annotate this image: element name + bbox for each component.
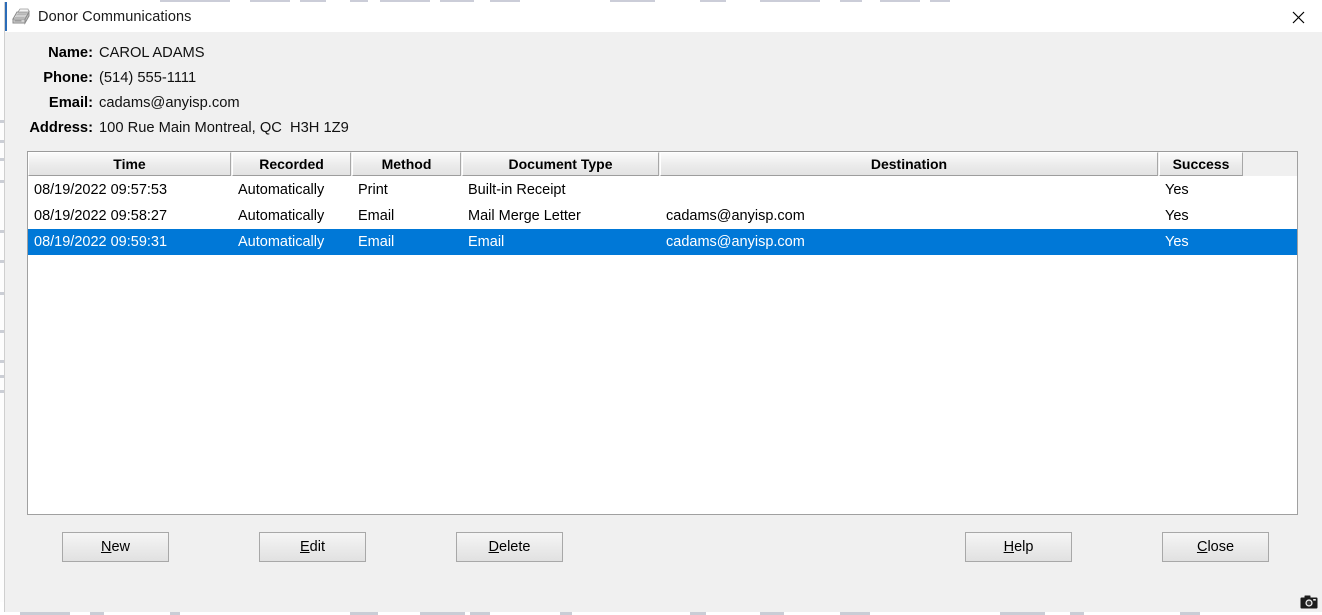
column-header-success[interactable]: Success [1159,152,1243,176]
list-header-row: TimeRecordedMethodDocument TypeDestinati… [28,152,1297,177]
table-row[interactable]: 08/19/2022 09:58:27AutomaticallyEmailMai… [28,203,1297,229]
delete-button[interactable]: Delete [456,532,563,562]
new-button[interactable]: New [62,532,169,562]
column-header-method[interactable]: Method [352,152,461,176]
cell-destination: cadams@anyisp.com [660,203,1159,229]
window-title: Donor Communications [38,9,192,25]
cell-destination: cadams@anyisp.com [660,229,1159,255]
close-button[interactable]: Close [1162,532,1269,562]
cell-recorded: Automatically [232,177,352,203]
name-label: Name: [5,45,93,61]
cell-time: 08/19/2022 09:57:53 [28,177,232,203]
column-header-recorded[interactable]: Recorded [232,152,351,176]
cell-document-type: Email [462,229,660,255]
donor-info-row-phone: Phone: (514) 555-1111 [5,65,1322,90]
camera-icon[interactable] [1300,594,1318,610]
column-header-destination[interactable]: Destination [660,152,1158,176]
email-label: Email: [5,95,93,111]
cell-method: Print [352,177,462,203]
donor-info-row-name: Name: CAROL ADAMS [5,40,1322,65]
donor-info-panel: Name: CAROL ADAMS Phone: (514) 555-1111 … [5,32,1322,140]
fax-machine-icon [11,8,31,26]
cell-time: 08/19/2022 09:59:31 [28,229,232,255]
column-header-document-type[interactable]: Document Type [462,152,659,176]
column-header-filler [1244,152,1296,176]
cell-time: 08/19/2022 09:58:27 [28,203,232,229]
cell-recorded: Automatically [232,229,352,255]
email-value: cadams@anyisp.com [93,95,240,111]
communications-list[interactable]: TimeRecordedMethodDocument TypeDestinati… [27,151,1298,515]
donor-info-row-email: Email: cadams@anyisp.com [5,90,1322,115]
title-accent-stripe [5,2,7,31]
title-bar: Donor Communications [5,2,1322,32]
address-label: Address: [5,120,93,136]
cell-recorded: Automatically [232,203,352,229]
dialog-button-bar: New Edit Delete Help Close [27,515,1298,612]
cell-success: Yes [1159,177,1244,203]
table-row[interactable]: 08/19/2022 09:57:53AutomaticallyPrintBui… [28,177,1297,203]
cell-document-type: Built-in Receipt [462,177,660,203]
table-row[interactable]: 08/19/2022 09:59:31AutomaticallyEmailEma… [28,229,1297,255]
cell-success: Yes [1159,229,1244,255]
list-body[interactable]: 08/19/2022 09:57:53AutomaticallyPrintBui… [28,177,1297,514]
close-icon [1292,11,1305,24]
close-window-button[interactable] [1275,2,1322,32]
phone-label: Phone: [5,70,93,86]
column-header-time[interactable]: Time [28,152,231,176]
cell-method: Email [352,229,462,255]
cell-destination [660,177,1159,203]
name-value: CAROL ADAMS [93,45,205,61]
donor-info-row-address: Address: 100 Rue Main Montreal, QC H3H 1… [5,115,1322,140]
donor-communications-dialog: Donor Communications Name: CAROL ADAMS P… [4,2,1322,612]
phone-value: (514) 555-1111 [93,70,196,86]
cell-method: Email [352,203,462,229]
cell-success: Yes [1159,203,1244,229]
cell-document-type: Mail Merge Letter [462,203,660,229]
edit-button[interactable]: Edit [259,532,366,562]
help-button[interactable]: Help [965,532,1072,562]
address-value: 100 Rue Main Montreal, QC H3H 1Z9 [93,120,349,136]
